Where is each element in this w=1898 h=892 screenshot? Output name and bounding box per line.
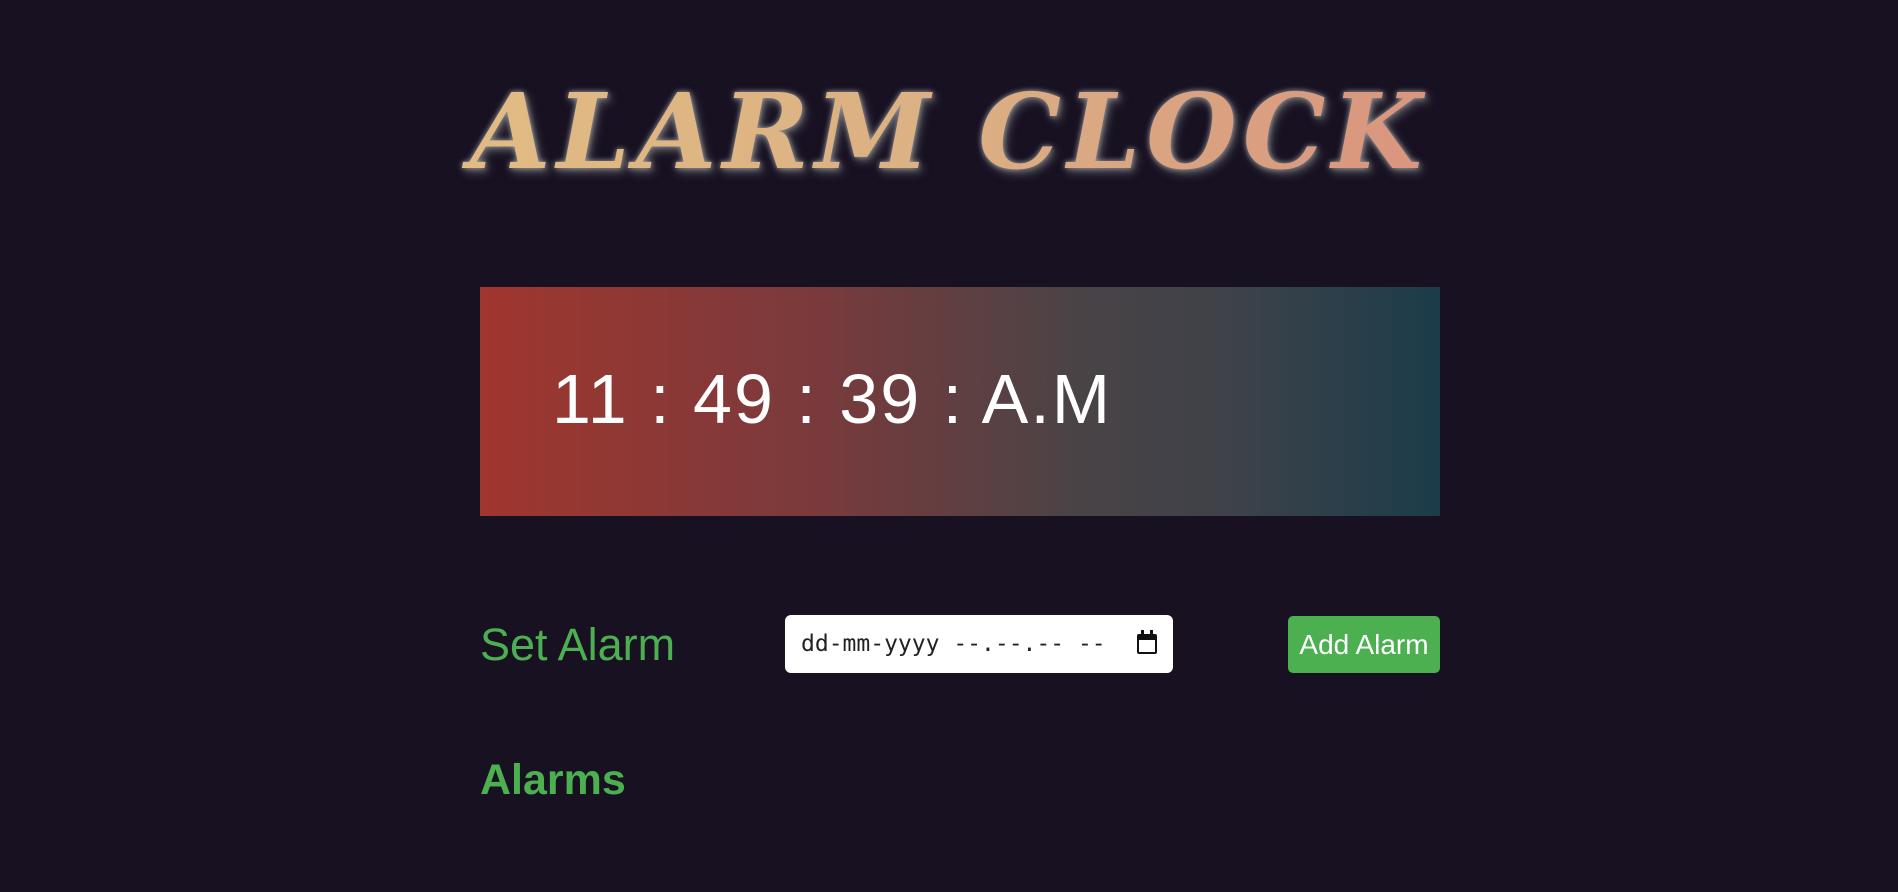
clock-hours: 11 bbox=[552, 360, 629, 438]
set-alarm-label: Set Alarm bbox=[480, 619, 676, 670]
alarms-heading: Alarms bbox=[480, 756, 626, 804]
clock-time: 11 : 49 : 39 : A.M bbox=[552, 359, 1112, 439]
clock-separator: : bbox=[774, 360, 840, 438]
clock-display: 11 : 49 : 39 : A.M bbox=[480, 287, 1440, 516]
page-title: ALARM CLOCK bbox=[0, 72, 1898, 192]
clock-separator: : bbox=[921, 360, 982, 438]
calendar-icon[interactable] bbox=[1137, 630, 1157, 654]
add-alarm-button[interactable]: Add Alarm bbox=[1288, 616, 1440, 673]
clock-minutes: 49 bbox=[693, 360, 775, 438]
clock-separator: : bbox=[628, 360, 694, 438]
clock-period: A.M bbox=[981, 360, 1113, 438]
alarm-datetime-input[interactable]: dd-mm-yyyy --.--.-- -- bbox=[785, 615, 1173, 673]
alarm-datetime-value: dd-mm-yyyy --.--.-- -- bbox=[801, 631, 1106, 657]
clock-seconds: 39 bbox=[839, 360, 922, 438]
